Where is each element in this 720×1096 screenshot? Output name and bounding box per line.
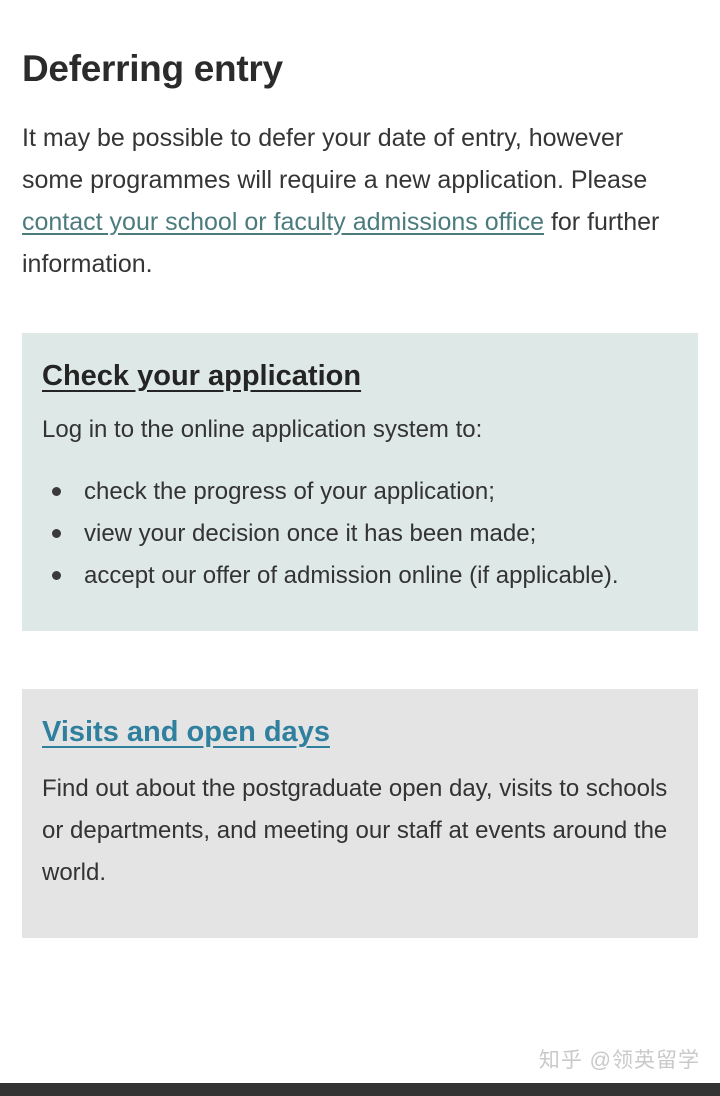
article-content: Deferring entry It may be possible to de… [0, 0, 720, 285]
list-item-label: view your decision once it has been made… [84, 520, 537, 548]
bullet-dot-icon [52, 529, 61, 539]
intro-paragraph: It may be possible to defer your date of… [22, 91, 662, 285]
bullet-dot-icon [52, 487, 61, 497]
bullet-dot-icon [52, 571, 61, 581]
article-page: Deferring entry It may be possible to de… [0, 0, 720, 1096]
list-item: accept our offer of admission online (if… [42, 555, 678, 597]
list-item: check the progress of your application; [42, 471, 678, 513]
page-title: Deferring entry [22, 48, 283, 89]
list-item-label: check the progress of your application; [84, 478, 495, 506]
check-application-lead-text: Log in to the online application system … [42, 416, 483, 444]
check-application-card: Check your application Log in to the onl… [22, 332, 698, 632]
list-item: view your decision once it has been made… [42, 513, 678, 555]
check-application-heading-link[interactable]: Check your application [42, 359, 361, 394]
bottom-bar [0, 1083, 720, 1096]
zhihu-watermark: 知乎 @领英留学 [538, 1049, 700, 1072]
intro-text-before-link: It may be possible to defer your date of… [22, 123, 648, 194]
list-item-label: accept our offer of admission online (if… [84, 562, 619, 590]
visits-open-days-card: Visits and open days Find out about the … [22, 689, 698, 939]
contact-admissions-office-link[interactable]: contact your school or faculty admission… [22, 208, 544, 236]
check-application-bullet-list: check the progress of your application; … [42, 445, 678, 597]
visits-open-days-heading-link[interactable]: Visits and open days [42, 715, 330, 750]
visits-open-days-body-text: Find out about the postgraduate open day… [42, 775, 668, 887]
